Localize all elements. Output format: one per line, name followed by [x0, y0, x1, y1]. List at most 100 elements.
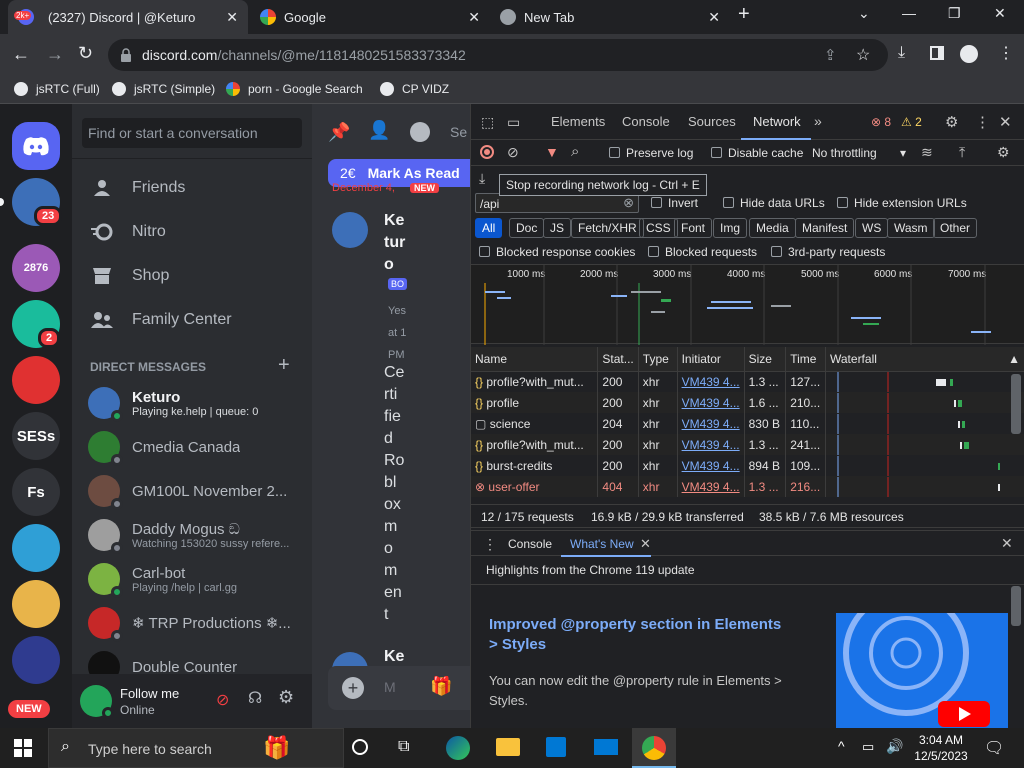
network-settings-gear-icon[interactable]: ⚙ [997, 144, 1010, 161]
create-dm-plus-icon[interactable]: + [278, 354, 290, 377]
record-stop-icon[interactable] [480, 145, 494, 159]
bookmark-google-search[interactable]: porn - Google Search [226, 82, 363, 96]
server-fs[interactable]: Fs [12, 468, 60, 516]
microsoft-store-icon[interactable] [546, 737, 566, 757]
forward-arrow-icon[interactable]: → [46, 44, 64, 65]
col-name[interactable]: Name [471, 347, 599, 372]
download-icon[interactable]: ⤓ [898, 44, 905, 62]
col-initiator[interactable]: Initiator [677, 347, 745, 372]
disable-cache-checkbox[interactable]: Disable cache [711, 146, 803, 160]
dm-item-daddy-mogus[interactable]: Daddy Mogus ඞ Watching 153020 sussy refer… [88, 514, 304, 556]
pinned-messages-icon[interactable]: 📌 [328, 122, 350, 143]
close-drawer-icon[interactable]: ✕ [1001, 535, 1013, 552]
col-status[interactable]: Stat... [597, 347, 639, 372]
filter-img[interactable]: Img [713, 218, 748, 238]
server-avatar-6[interactable] [12, 580, 60, 628]
network-tray-icon[interactable]: ▭ [862, 739, 874, 755]
attach-plus-icon[interactable]: + [342, 677, 364, 699]
cortana-icon[interactable] [352, 739, 368, 755]
settings-gear-icon[interactable]: ⚙ [278, 687, 294, 708]
drawer-tab-console[interactable]: Console [508, 537, 552, 551]
article-title[interactable]: Improved @property section in Elements >… [489, 615, 789, 655]
clear-log-icon[interactable]: ⊘ [507, 144, 519, 161]
throttling-select[interactable]: No throttling ▾ [812, 146, 906, 160]
youtube-play-icon[interactable] [938, 701, 990, 727]
close-devtools-icon[interactable]: ✕ [999, 113, 1012, 131]
bookmark-jsrtc-simple[interactable]: jsRTC (Simple) [112, 82, 215, 96]
new-servers-badge[interactable]: NEW [8, 700, 50, 718]
tab-discord[interactable]: 2k+ (2327) Discord | @Keturo ✕ [8, 0, 248, 34]
error-count[interactable]: ⊗ 8 [871, 115, 891, 129]
tab-new-tab[interactable]: New Tab ✕ [490, 0, 730, 34]
mark-as-read-button[interactable]: Mark As Read [368, 165, 460, 181]
table-row[interactable]: {} burst-credits 200 xhr VM439 4... 894 B 109… [471, 455, 1024, 476]
search-input-clipped[interactable]: Se [450, 124, 467, 140]
tab-sources[interactable]: Sources [688, 114, 736, 129]
server-avatar-5[interactable] [12, 524, 60, 572]
window-close-icon[interactable]: ✕ [994, 5, 1006, 22]
filter-input[interactable]: /api ⊗ [475, 193, 639, 213]
clear-filter-icon[interactable]: ⊗ [623, 195, 634, 211]
table-row[interactable]: {} profile?with_mut... 200 xhr VM439 4... 1.… [471, 371, 1024, 392]
invert-checkbox[interactable]: Invert [651, 196, 698, 210]
video-thumbnail[interactable] [836, 613, 1008, 728]
network-conditions-icon[interactable]: ≋ [921, 144, 933, 161]
server-avatar-4[interactable] [12, 356, 60, 404]
user-avatar[interactable] [80, 685, 114, 719]
hide-extension-urls-checkbox[interactable]: Hide extension URLs [837, 196, 967, 210]
restore-icon[interactable]: ❐ [948, 5, 961, 22]
drawer-menu-icon[interactable]: ⋮ [483, 536, 497, 553]
import-har-icon[interactable]: ⤒ [959, 144, 965, 161]
tray-chevron-icon[interactable]: ^ [838, 738, 845, 754]
filter-doc[interactable]: Doc [509, 218, 545, 238]
volume-tray-icon[interactable]: 🔊 [886, 738, 903, 755]
discord-home-button[interactable] [12, 122, 60, 170]
tab-elements[interactable]: Elements [551, 114, 605, 129]
server-avatar-2[interactable]: 2876 [12, 244, 60, 292]
tab-console[interactable]: Console [622, 114, 670, 129]
inspect-element-icon[interactable]: ⬚ [481, 114, 494, 131]
filter-manifest[interactable]: Manifest [795, 218, 855, 238]
close-tab-icon[interactable]: ✕ [708, 9, 720, 26]
devtools-menu-icon[interactable]: ⋮ [975, 113, 990, 131]
col-waterfall[interactable]: Waterfall ▲ [825, 347, 1024, 372]
table-row[interactable]: ▢ science 204 xhr VM439 4... 830 B 110... [471, 413, 1024, 434]
server-sess[interactable]: SESs [12, 412, 60, 460]
message-author[interactable]: Ke [384, 648, 404, 666]
filter-fetch-xhr[interactable]: Fetch/XHR [571, 218, 644, 238]
col-size[interactable]: Size [744, 347, 787, 372]
warning-count[interactable]: ⚠ 2 [901, 115, 922, 129]
bookmark-jsrtc-full[interactable]: jsRTC (Full) [14, 82, 100, 96]
dm-item-cmedia[interactable]: Cmedia Canada [88, 426, 304, 468]
user-profile-icon[interactable] [410, 122, 430, 142]
dm-item-carl-bot[interactable]: Carl-bot Playing /help | carl.gg [88, 558, 304, 600]
close-whats-new-icon[interactable]: ✕ [640, 536, 651, 552]
col-type[interactable]: Type [638, 347, 678, 372]
filter-ws[interactable]: WS [855, 218, 889, 238]
search-icon[interactable]: ⌕ [571, 143, 579, 160]
filter-css[interactable]: CSS [639, 218, 678, 238]
bookmark-cp-vidz[interactable]: CP VIDZ [380, 82, 449, 96]
share-icon[interactable]: ⇪ [824, 46, 837, 64]
taskbar-search-box[interactable]: ⌕ Type here to search 🎁 [48, 728, 344, 768]
col-time[interactable]: Time [785, 347, 826, 372]
table-row[interactable]: ⊗ user-offer 404 xhr VM439 4... 1.3 ... 216..… [471, 476, 1024, 497]
windows-start-icon[interactable] [14, 739, 32, 757]
filter-js[interactable]: JS [543, 218, 572, 238]
filter-font[interactable]: Font [674, 218, 713, 238]
close-tab-icon[interactable]: ✕ [468, 9, 480, 26]
nav-nitro[interactable]: Nitro [90, 220, 166, 244]
tab-network[interactable]: Network [753, 114, 801, 129]
address-bar[interactable]: discord.com/channels/@me/118148025158337… [108, 39, 888, 71]
bookmark-star-icon[interactable]: ☆ [856, 45, 870, 65]
message-input[interactable]: + M 🎁 [328, 666, 470, 710]
dm-item-gm100l[interactable]: GM100L November 2... [88, 470, 304, 512]
third-party-checkbox[interactable]: 3rd-party requests [771, 245, 885, 259]
preserve-log-checkbox[interactable]: Preserve log [609, 146, 693, 160]
back-arrow-icon[interactable]: ← [12, 44, 30, 65]
table-row[interactable]: {} profile 200 xhr VM439 4... 1.6 ... 210... [471, 392, 1024, 413]
add-friend-to-dm-icon[interactable]: 👤 [368, 120, 390, 141]
mail-icon[interactable] [594, 739, 618, 755]
filter-all[interactable]: All [475, 218, 503, 238]
drawer-tab-whats-new[interactable]: What's New [570, 537, 634, 551]
